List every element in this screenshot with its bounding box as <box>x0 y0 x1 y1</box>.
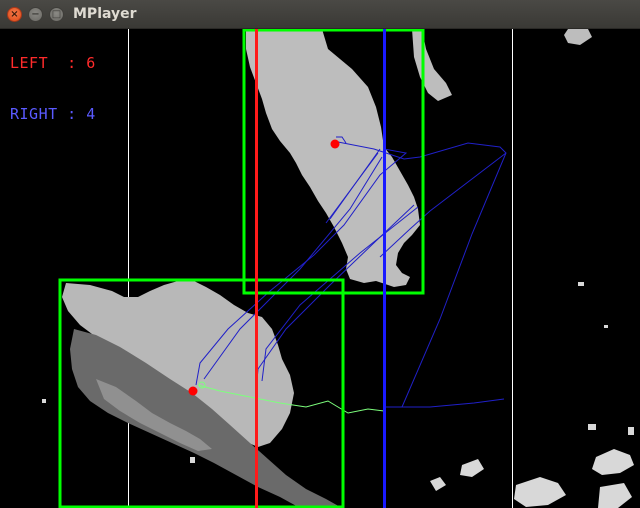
centroid-lower <box>188 386 198 396</box>
minimize-icon[interactable]: − <box>28 7 43 22</box>
title-bar[interactable]: × − □ MPlayer <box>0 0 640 29</box>
mplayer-window: × − □ MPlayer LEFT: 6 RIGHT: 4 <box>0 0 640 508</box>
centroid-upper <box>330 139 340 149</box>
close-icon[interactable]: × <box>7 7 22 22</box>
left-counter: LEFT : 6 <box>10 54 96 72</box>
right-counter: RIGHT : 4 <box>10 105 96 123</box>
video-frame[interactable]: LEFT : 6 RIGHT : 4 <box>0 29 640 508</box>
maximize-icon[interactable]: □ <box>49 7 64 22</box>
foreground-blob-upper <box>246 29 592 287</box>
video-overlay <box>42 29 634 508</box>
window-title: MPlayer <box>73 6 137 22</box>
